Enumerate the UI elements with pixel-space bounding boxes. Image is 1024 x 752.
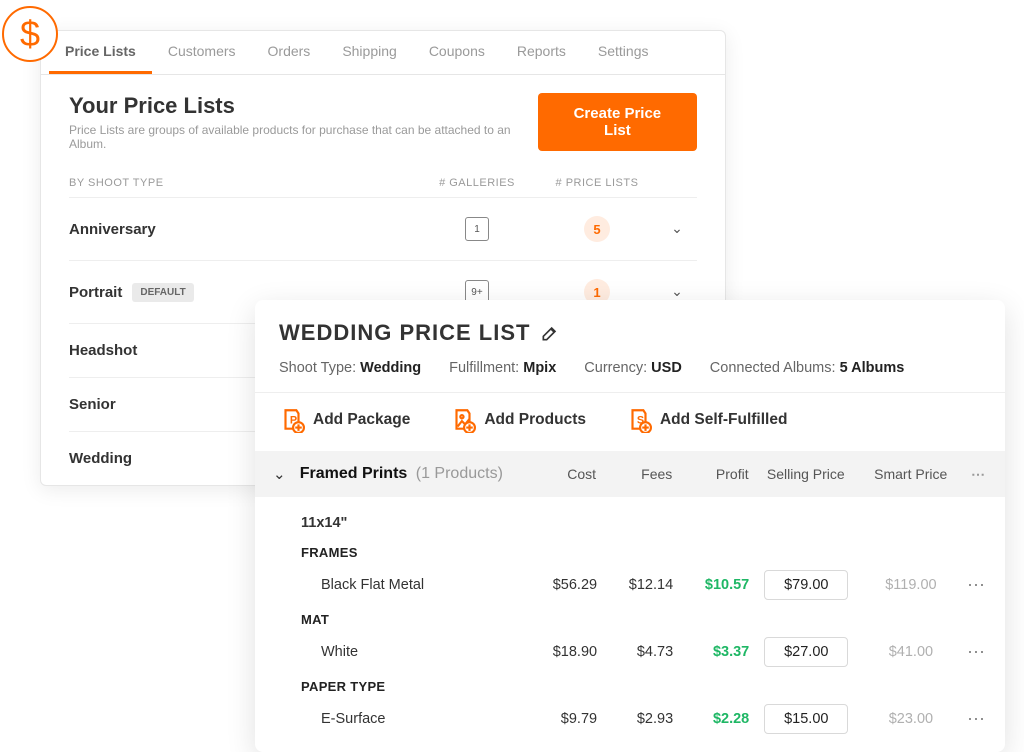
fees-value: $2.93: [597, 711, 673, 727]
category-mat: MAT: [273, 606, 987, 631]
add-package-icon: P: [279, 407, 305, 433]
product-name: E-Surface: [321, 711, 521, 727]
fulfillment-label: Fulfillment:: [449, 360, 519, 376]
tab-customers[interactable]: Customers: [152, 31, 252, 74]
product-group-header[interactable]: ⌄ Framed Prints (1 Products) Cost Fees P…: [255, 451, 1005, 497]
shoot-name-label: Anniversary: [69, 221, 156, 238]
col-smart-price: Smart Price: [863, 466, 958, 482]
more-icon[interactable]: ⋯: [958, 642, 987, 663]
shoot-row-anniversary[interactable]: Anniversary 1 5 ⌄: [69, 198, 697, 261]
cost-value: $56.29: [521, 577, 597, 593]
fulfillment-value: Mpix: [523, 360, 556, 376]
smart-price-value: $41.00: [863, 644, 958, 660]
currency-label: Currency:: [584, 360, 647, 376]
fees-value: $4.73: [597, 644, 673, 660]
col-shoot-type: BY SHOOT TYPE: [69, 177, 417, 189]
fees-value: $12.14: [597, 577, 673, 593]
col-fees: Fees: [596, 466, 672, 482]
selling-price-input[interactable]: [764, 704, 848, 734]
shoot-name-label: Senior: [69, 396, 116, 413]
col-price-lists: # PRICE LISTS: [537, 177, 657, 189]
tab-price-lists[interactable]: Price Lists: [49, 31, 152, 74]
selling-price-input[interactable]: [764, 637, 848, 667]
tab-coupons[interactable]: Coupons: [413, 31, 501, 74]
group-name: Framed Prints: [300, 465, 408, 482]
edit-icon[interactable]: [540, 323, 560, 343]
shoot-type-value: Wedding: [360, 360, 421, 376]
default-badge: DEFAULT: [132, 283, 193, 302]
col-selling-price: Selling Price: [749, 466, 863, 482]
chevron-down-icon[interactable]: ⌄: [671, 283, 683, 299]
tab-reports[interactable]: Reports: [501, 31, 582, 74]
main-tabs: Price Lists Customers Orders Shipping Co…: [41, 31, 725, 75]
col-profit: Profit: [672, 466, 748, 482]
connected-albums-value: 5 Albums: [840, 360, 905, 376]
wedding-price-list-panel: WEDDING PRICE LIST Shoot Type: Wedding F…: [255, 300, 1005, 752]
price-list-title: WEDDING PRICE LIST: [279, 320, 530, 346]
product-row: Black Flat Metal $56.29 $12.14 $10.57 $1…: [273, 564, 987, 606]
cost-value: $18.90: [521, 644, 597, 660]
add-package-button[interactable]: P Add Package: [279, 407, 410, 433]
profit-value: $10.57: [673, 577, 749, 593]
col-galleries: # GALLERIES: [417, 177, 537, 189]
add-products-label: Add Products: [484, 411, 586, 429]
product-row: E-Surface $9.79 $2.93 $2.28 $23.00 ⋯: [273, 698, 987, 740]
size-label: 11x14": [273, 509, 987, 539]
shoot-type-label: Shoot Type:: [279, 360, 356, 376]
category-paper-type: PAPER TYPE: [273, 673, 987, 698]
currency-value: USD: [651, 360, 682, 376]
price-list-count: 5: [584, 216, 610, 242]
product-name: Black Flat Metal: [321, 577, 521, 593]
connected-albums-label: Connected Albums:: [710, 360, 836, 376]
shoot-name-label: Wedding: [69, 450, 132, 467]
chevron-down-icon[interactable]: ⌄: [273, 465, 300, 483]
shoot-name-label: Portrait: [69, 284, 122, 301]
add-self-fulfilled-label: Add Self-Fulfilled: [660, 411, 787, 429]
group-count: (1 Products): [416, 465, 503, 482]
category-frames: FRAMES: [273, 539, 987, 564]
page-title: Your Price Lists: [69, 93, 538, 119]
product-name: White: [321, 644, 521, 660]
page-subtitle: Price Lists are groups of available prod…: [69, 123, 538, 151]
more-icon[interactable]: ⋯: [958, 709, 987, 730]
tab-shipping[interactable]: Shipping: [326, 31, 413, 74]
add-package-label: Add Package: [313, 411, 410, 429]
smart-price-value: $23.00: [863, 711, 958, 727]
col-cost: Cost: [520, 466, 596, 482]
dollar-icon: $: [2, 6, 58, 62]
product-row: White $18.90 $4.73 $3.37 $41.00 ⋯: [273, 631, 987, 673]
smart-price-value: $119.00: [863, 577, 958, 593]
add-products-button[interactable]: Add Products: [450, 407, 586, 433]
chevron-down-icon[interactable]: ⌄: [671, 220, 683, 236]
selling-price-input[interactable]: [764, 570, 848, 600]
cost-value: $9.79: [521, 711, 597, 727]
galleries-icon: 1: [465, 217, 489, 241]
profit-value: $3.37: [673, 644, 749, 660]
add-self-fulfilled-button[interactable]: S Add Self-Fulfilled: [626, 407, 787, 433]
more-icon[interactable]: ⋯: [958, 466, 987, 483]
tab-settings[interactable]: Settings: [582, 31, 665, 74]
more-icon[interactable]: ⋯: [958, 575, 987, 596]
add-self-fulfilled-icon: S: [626, 407, 652, 433]
add-products-icon: [450, 407, 476, 433]
create-price-list-button[interactable]: Create Price List: [538, 93, 697, 151]
shoot-name-label: Headshot: [69, 342, 137, 359]
tab-orders[interactable]: Orders: [252, 31, 327, 74]
profit-value: $2.28: [673, 711, 749, 727]
